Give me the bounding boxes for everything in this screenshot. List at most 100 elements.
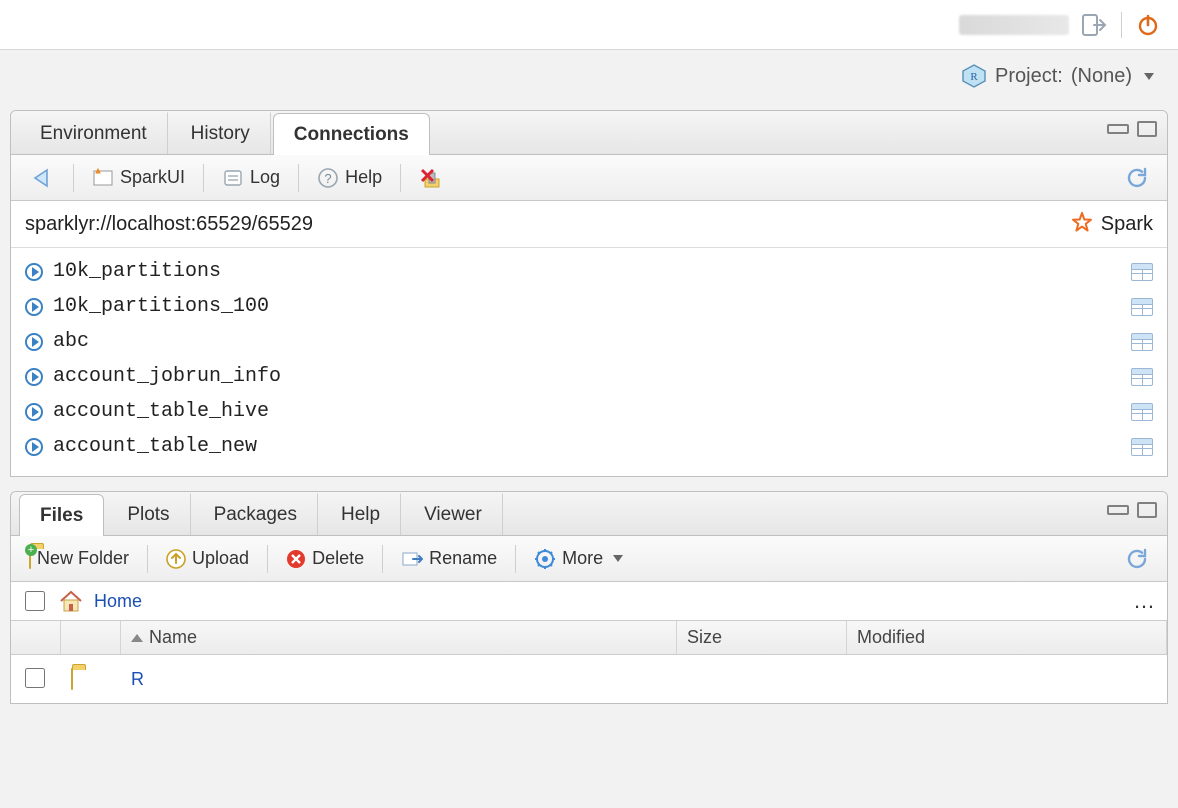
- power-icon[interactable]: [1134, 11, 1162, 39]
- expand-icon[interactable]: [25, 263, 43, 281]
- new-folder-label: New Folder: [37, 548, 129, 569]
- file-size: [677, 675, 847, 683]
- chevron-down-icon[interactable]: [1144, 73, 1154, 80]
- folder-icon: [71, 668, 73, 690]
- table-name: 10k_partitions_100: [53, 295, 269, 318]
- separator: [298, 164, 299, 192]
- project-strip: R Project: (None): [0, 50, 1178, 102]
- table-row[interactable]: 10k_partitions_100: [11, 289, 1167, 324]
- preview-table-icon[interactable]: [1131, 403, 1153, 421]
- app-top-strip: [0, 0, 1178, 50]
- table-row[interactable]: account_table_hive: [11, 394, 1167, 429]
- preview-table-icon[interactable]: [1131, 298, 1153, 316]
- expand-icon[interactable]: [25, 438, 43, 456]
- spark-icon: [1069, 211, 1095, 237]
- table-row[interactable]: abc: [11, 324, 1167, 359]
- tables-list: 10k_partitions 10k_partitions_100abc accou…: [11, 248, 1167, 476]
- separator: [382, 545, 383, 573]
- separator: [203, 164, 204, 192]
- expand-icon[interactable]: [25, 403, 43, 421]
- column-header-modified[interactable]: Modified: [847, 621, 1167, 654]
- more-label: More: [562, 548, 603, 569]
- file-row[interactable]: R: [11, 655, 1167, 703]
- breadcrumb-more-icon[interactable]: …: [1133, 588, 1155, 614]
- preview-table-icon[interactable]: [1131, 333, 1153, 351]
- tab-connections[interactable]: Connections: [273, 113, 430, 155]
- chevron-down-icon: [613, 555, 623, 562]
- separator: [515, 545, 516, 573]
- pane-maximize-icon[interactable]: [1137, 502, 1157, 518]
- table-row[interactable]: account_jobrun_info: [11, 359, 1167, 394]
- delete-button[interactable]: Delete: [278, 542, 372, 576]
- tab-plots[interactable]: Plots: [106, 493, 190, 535]
- files-toolbar: + New Folder Upload Delete: [11, 536, 1167, 582]
- refresh-button[interactable]: [1117, 161, 1157, 195]
- username-blurred: [959, 15, 1069, 35]
- new-folder-button[interactable]: + New Folder: [21, 542, 137, 576]
- back-button[interactable]: [21, 161, 63, 195]
- table-row[interactable]: 10k_partitions: [11, 254, 1167, 289]
- tab-history[interactable]: History: [170, 112, 271, 154]
- pane-minimize-icon[interactable]: [1107, 505, 1129, 515]
- file-list-body: R: [11, 655, 1167, 703]
- more-button[interactable]: More: [526, 542, 631, 576]
- rename-button[interactable]: Rename: [393, 542, 505, 576]
- files-breadcrumb: Home …: [11, 582, 1167, 621]
- connections-toolbar: SparkUI Log ? Help: [11, 155, 1167, 201]
- tab-packages[interactable]: Packages: [193, 493, 318, 535]
- file-modified: [847, 675, 1167, 683]
- select-all-checkbox[interactable]: [25, 591, 45, 611]
- help-label: Help: [345, 167, 382, 188]
- expand-icon[interactable]: [25, 298, 43, 316]
- help-button[interactable]: ? Help: [309, 161, 390, 195]
- row-checkbox[interactable]: [25, 668, 45, 688]
- table-name: 10k_partitions: [53, 260, 221, 283]
- sparkui-label: SparkUI: [120, 167, 185, 188]
- column-header-size[interactable]: Size: [677, 621, 847, 654]
- connection-string-row: sparklyr://localhost:65529/65529 Spark: [11, 201, 1167, 248]
- connections-tabstrip: Environment History Connections: [11, 111, 1167, 155]
- files-tabstrip: Files Plots Packages Help Viewer: [11, 492, 1167, 536]
- upload-button[interactable]: Upload: [158, 542, 257, 576]
- log-button[interactable]: Log: [214, 161, 288, 195]
- tab-files[interactable]: Files: [19, 494, 104, 536]
- tab-environment[interactable]: Environment: [19, 112, 168, 154]
- files-pane: Files Plots Packages Help Viewer + New F…: [10, 491, 1168, 704]
- connection-string: sparklyr://localhost:65529/65529: [25, 213, 313, 236]
- delete-label: Delete: [312, 548, 364, 569]
- upload-label: Upload: [192, 548, 249, 569]
- pane-minimize-icon[interactable]: [1107, 124, 1129, 134]
- separator: [1121, 12, 1122, 38]
- sort-asc-icon: [131, 634, 143, 642]
- separator: [73, 164, 74, 192]
- preview-table-icon[interactable]: [1131, 368, 1153, 386]
- svg-text:?: ?: [324, 171, 331, 186]
- expand-icon[interactable]: [25, 333, 43, 351]
- table-name: abc: [53, 330, 89, 353]
- sign-out-icon[interactable]: [1081, 11, 1109, 39]
- project-value: (None): [1071, 65, 1132, 88]
- tab-viewer[interactable]: Viewer: [403, 493, 503, 535]
- table-name: account_table_hive: [53, 400, 269, 423]
- preview-table-icon[interactable]: [1131, 438, 1153, 456]
- project-cube-icon: R: [961, 63, 987, 89]
- table-row[interactable]: account_table_new: [11, 429, 1167, 464]
- pane-maximize-icon[interactable]: [1137, 121, 1157, 137]
- table-name: account_jobrun_info: [53, 365, 281, 388]
- engine-label: Spark: [1101, 213, 1153, 236]
- file-list-header: Name Size Modified: [11, 621, 1167, 655]
- expand-icon[interactable]: [25, 368, 43, 386]
- sparkui-button[interactable]: SparkUI: [84, 161, 193, 195]
- disconnect-button[interactable]: [411, 161, 453, 195]
- connections-pane: Environment History Connections SparkUI: [10, 110, 1168, 477]
- column-header-name[interactable]: Name: [121, 621, 677, 654]
- separator: [400, 164, 401, 192]
- rename-label: Rename: [429, 548, 497, 569]
- table-name: account_table_new: [53, 435, 257, 458]
- log-label: Log: [250, 167, 280, 188]
- tab-help[interactable]: Help: [320, 493, 401, 535]
- breadcrumb-home[interactable]: Home: [94, 591, 142, 612]
- refresh-button[interactable]: [1117, 542, 1157, 576]
- file-name[interactable]: R: [131, 669, 144, 689]
- preview-table-icon[interactable]: [1131, 263, 1153, 281]
